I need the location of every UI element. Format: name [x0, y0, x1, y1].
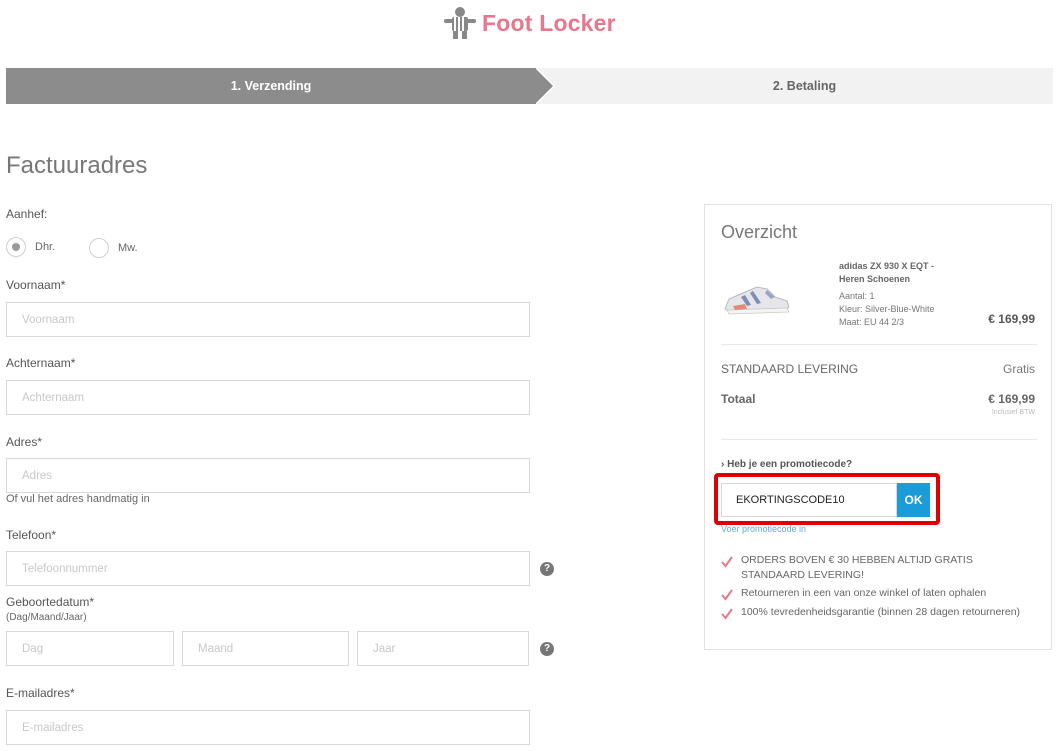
product-name[interactable]: adidas ZX 930 X EQT - Heren Schoenen — [839, 260, 959, 286]
dob-year-field[interactable] — [357, 631, 529, 666]
email-label: E-mailadres* — [6, 686, 75, 700]
address-label: Adres* — [6, 435, 43, 449]
salutation-label: Aanhef: — [6, 207, 48, 221]
benefit-item: ORDERS BOVEN € 30 HEBBEN ALTIJD GRATIS S… — [721, 553, 1041, 583]
product-price: € 169,99 — [988, 312, 1035, 326]
dob-month-field[interactable] — [182, 631, 349, 666]
phone-field[interactable] — [6, 551, 530, 586]
product-quantity: Aantal: 1 — [839, 291, 875, 301]
checkout-steps: 1. Verzending 2. Betaling — [6, 68, 1053, 104]
address-field[interactable] — [6, 458, 530, 493]
benefit-text: ORDERS BOVEN € 30 HEBBEN ALTIJD GRATIS S… — [741, 553, 973, 583]
page-title: Factuuradres — [6, 152, 148, 179]
benefit-item: Retourneren in een van onze winkel of la… — [721, 586, 1041, 601]
radio-mrs[interactable] — [89, 238, 109, 258]
dob-day-field[interactable] — [6, 631, 174, 666]
dob-label: Geboortedatum* — [6, 595, 95, 609]
product-size: Maat: EU 44 2/3 — [839, 317, 905, 327]
divider — [721, 439, 1037, 440]
total-value: € 169,99 — [988, 392, 1035, 406]
step-arrow — [535, 68, 553, 104]
shipping-label: STANDAARD LEVERING — [721, 362, 859, 376]
total-label: Totaal — [721, 392, 756, 406]
benefit-text: Retourneren in een van onze winkel of la… — [741, 587, 987, 599]
phone-help-icon[interactable]: ? — [540, 562, 554, 576]
promo-question: Heb je een promotiecode? — [727, 459, 853, 470]
promo-apply-button[interactable]: OK — [897, 483, 930, 517]
check-icon — [721, 589, 733, 601]
email-field[interactable] — [6, 710, 530, 745]
phone-label: Telefoon* — [6, 528, 57, 542]
benefit-line: STANDAARD LEVERING! — [741, 569, 864, 581]
product-name-line2: Heren Schoenen — [839, 274, 911, 284]
order-overview: Overzicht adidas ZX 930 X EQT - Heren Sc… — [704, 204, 1052, 650]
overview-title: Overzicht — [721, 222, 798, 242]
divider — [721, 344, 1037, 345]
manual-address-link[interactable]: Of vul het adres handmatig in — [6, 493, 150, 505]
promo-toggle[interactable]: › Heb je een promotiecode? — [721, 459, 852, 470]
step-shipping: 1. Verzending — [230, 79, 312, 93]
promo-code-input[interactable] — [721, 483, 897, 517]
shipping-value: Gratis — [1002, 362, 1035, 376]
brand-name: Foot Locker — [482, 9, 616, 36]
dob-help-icon[interactable]: ? — [540, 642, 554, 656]
benefit-line: ORDERS BOVEN € 30 HEBBEN ALTIJD GRATIS — [741, 554, 973, 566]
chevron-right-icon: › — [721, 459, 725, 470]
firstname-label: Voornaam* — [6, 278, 66, 292]
lastname-label: Achternaam* — [6, 356, 76, 370]
lastname-field[interactable] — [6, 380, 530, 415]
firstname-field[interactable] — [6, 302, 530, 337]
dob-hint: (Dag/Maand/Jaar) — [6, 612, 87, 623]
radio-mr[interactable] — [6, 237, 26, 257]
brand-logo[interactable]: Foot Locker — [442, 6, 616, 40]
product-name-line1: adidas ZX 930 X EQT - — [839, 261, 935, 271]
benefit-text: 100% tevredenheidsgarantie (binnen 28 da… — [741, 606, 1021, 618]
product-image — [724, 286, 790, 315]
check-icon — [721, 556, 733, 568]
product-color: Kleur: Silver-Blue-White — [839, 304, 935, 314]
step-payment: 2. Betaling — [772, 79, 837, 93]
radio-mr-label: Dhr. — [35, 241, 56, 253]
radio-mrs-label: Mw. — [118, 242, 138, 254]
check-icon — [721, 608, 733, 620]
vat-note: Inclusief BTW — [991, 409, 1035, 416]
promo-hint: Voer promotiecode in — [721, 524, 807, 534]
referee-icon — [444, 7, 476, 39]
benefit-item: 100% tevredenheidsgarantie (binnen 28 da… — [721, 605, 1041, 620]
